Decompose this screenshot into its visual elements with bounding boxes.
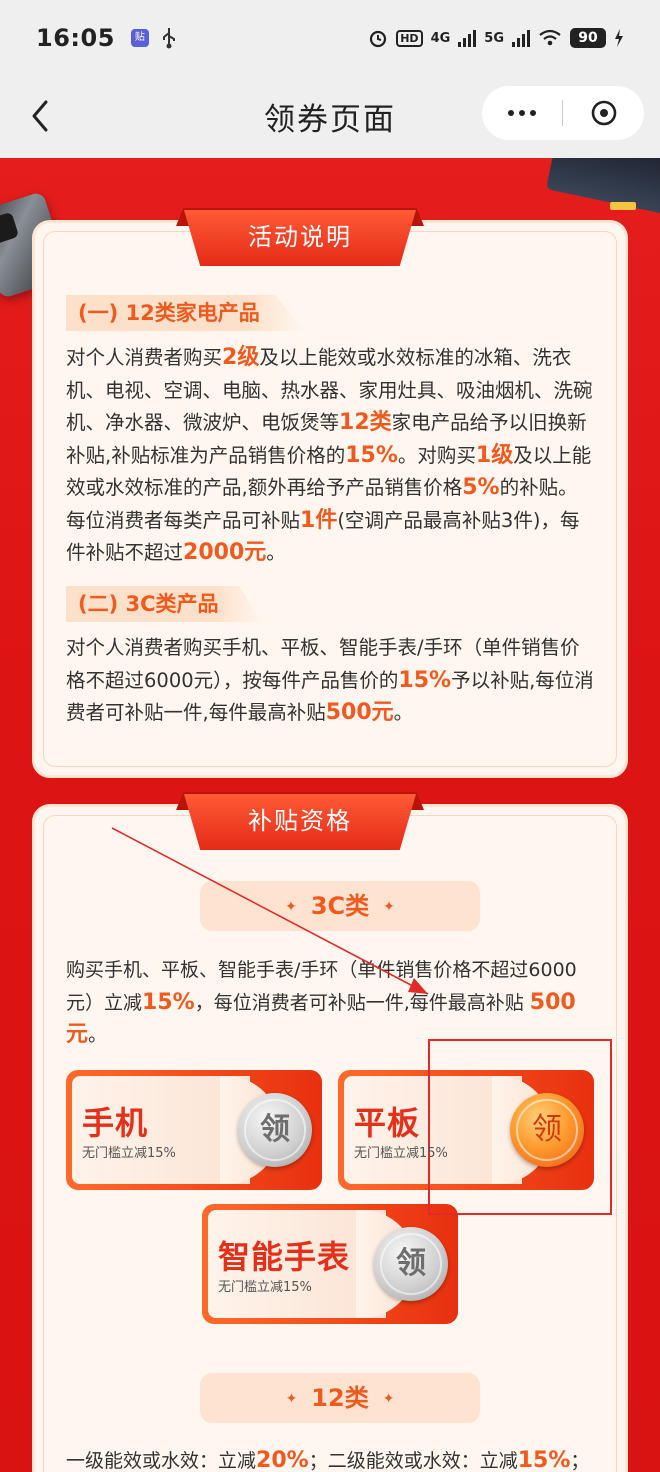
battery-icon: 90 [570, 28, 606, 48]
highlight-text: 15% [398, 667, 452, 693]
highlight-text: 12类 [339, 410, 392, 435]
laptop-decoration [545, 158, 660, 218]
claim-button[interactable]: 领 [510, 1093, 584, 1167]
capsule-divider [562, 100, 563, 126]
coupon-desc: 无门槛立减15% [218, 1280, 312, 1295]
text-3c-rule: 购买手机、平板、智能手表/手环（单件销售价格不超过6000元）立减15%，每位消… [66, 954, 596, 1052]
spark-icon: ✦ [382, 1391, 395, 1407]
status-bar: 16:05 贴 HD 4G 5G 90 [0, 0, 660, 76]
section-label-12: (一) 12类家电产品 [66, 295, 304, 331]
coupon-name: 手机 [82, 1104, 149, 1142]
highlight-text: 15% [345, 442, 398, 468]
body-text: ； [570, 1450, 590, 1472]
status-right-icons: HD 4G 5G 90 [368, 28, 624, 48]
body-text: 。 [266, 541, 286, 564]
body-text: ，每位消费者可补贴一件,每件最高补贴 [194, 991, 530, 1014]
body-text: 。对购买 [397, 443, 476, 467]
category-pill-3c: ✦ 3C类 ✦ [200, 881, 480, 931]
close-circle-icon [591, 100, 617, 126]
hd-icon: HD [396, 29, 423, 47]
net-5g-icon: 5G [484, 30, 504, 46]
claim-button[interactable]: 领 [238, 1093, 312, 1167]
miniprogram-capsule [482, 86, 644, 140]
signal-4g-icon [458, 29, 477, 47]
pill-label: 3C类 [310, 892, 370, 920]
app-badge-icon: 贴 [130, 29, 149, 47]
page-content[interactable]: 活动说明 (一) 12类家电产品 对个人消费者购买2级及以上能效或水效标准的冰箱… [0, 158, 660, 1472]
body-text: 。 [393, 701, 414, 724]
charging-icon [615, 29, 623, 47]
more-dot-icon [530, 110, 536, 116]
alarm-icon [370, 30, 387, 48]
more-button[interactable] [482, 86, 562, 140]
body-text: 对个人消费者购买 [66, 346, 223, 369]
pill-label: 12类 [311, 1384, 369, 1412]
usb-icon [162, 28, 175, 49]
coupon-desc: 无门槛立减15% [354, 1146, 448, 1161]
highlight-text: 1件 [300, 507, 338, 533]
activity-ribbon: 活动说明 [184, 210, 416, 266]
section-text-3c: 对个人消费者购买手机、平板、智能手表/手环（单件销售价格不超过6000元），按每… [66, 632, 596, 730]
highlight-text: 5% [462, 475, 500, 500]
net-4g-icon: 4G [430, 30, 451, 46]
highlight-text: 500元 [325, 700, 394, 725]
more-dot-icon [508, 110, 514, 116]
signal-5g-icon [512, 29, 530, 47]
status-left-icons: 贴 [130, 27, 177, 49]
coupon-phone[interactable]: 手机 无门槛立减15% 领 [66, 1070, 322, 1190]
spark-icon: ✦ [285, 1391, 298, 1407]
close-button[interactable] [564, 86, 644, 140]
text-12-rule: 一级能效或水效：立减20%；二级能效或水效：立减15%； [66, 1445, 596, 1472]
highlight-text: 1级 [475, 442, 514, 468]
wifi-icon [539, 29, 561, 46]
category-pill-12: ✦ 12类 ✦ [200, 1373, 480, 1423]
body-text: ；二级能效或水效：立减 [308, 1450, 518, 1472]
section-label-3c: (二) 3C类产品 [66, 586, 263, 622]
highlight-text: 2000元 [183, 540, 267, 565]
coupon-smartwatch[interactable]: 智能手表 无门槛立减15% 领 [202, 1204, 458, 1324]
coupon-name: 平板 [354, 1104, 421, 1142]
gold-decoration [610, 202, 636, 210]
highlight-text: 20% [256, 1448, 309, 1472]
spark-icon: ✦ [383, 899, 395, 915]
coupon-name: 智能手表 [218, 1238, 351, 1276]
body-text: 一级能效或水效：立减 [66, 1450, 257, 1472]
nav-bar: 领券页面 [0, 76, 660, 158]
section-text-12: 对个人消费者购买2级及以上能效或水效标准的冰箱、洗衣机、电视、空调、电脑、热水器… [66, 342, 596, 570]
claim-button[interactable]: 领 [374, 1227, 448, 1301]
highlight-text: 15% [517, 1448, 571, 1472]
coupon-desc: 无门槛立减15% [82, 1146, 176, 1161]
status-time: 16:05 [36, 24, 115, 52]
highlight-text: 15% [142, 989, 195, 1015]
spark-icon: ✦ [285, 899, 297, 915]
eligibility-ribbon: 补贴资格 [184, 794, 416, 850]
more-dot-icon [519, 110, 525, 116]
highlight-text: 2级 [222, 345, 260, 370]
body-text: 。 [88, 1024, 108, 1046]
